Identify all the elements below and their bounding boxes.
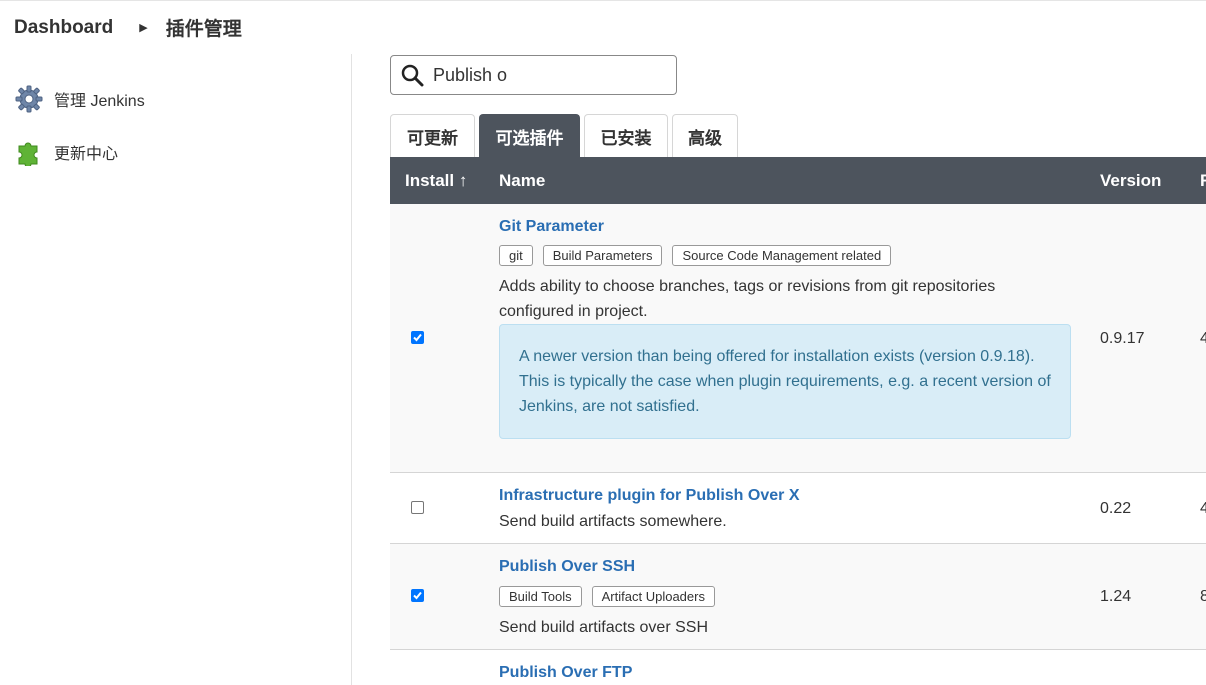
sidebar-item-label: 管理 Jenkins: [54, 93, 145, 110]
table-row: Publish Over SSH Build Tools Artifact Up…: [390, 544, 1206, 650]
table-row: Publish Over FTP: [390, 650, 1206, 685]
breadcrumb-current[interactable]: 插件管理: [166, 14, 242, 41]
install-checkbox[interactable]: [411, 331, 424, 344]
column-header-name[interactable]: Name: [499, 171, 545, 191]
install-checkbox[interactable]: [411, 589, 424, 602]
tag-label[interactable]: Source Code Management related: [672, 245, 892, 266]
column-header-install[interactable]: Install ↑: [405, 171, 467, 191]
column-header-released[interactable]: R: [1200, 171, 1206, 191]
plugin-search[interactable]: [390, 55, 677, 95]
install-checkbox[interactable]: [411, 501, 424, 514]
plugin-name-link[interactable]: Infrastructure plugin for Publish Over X: [499, 487, 799, 505]
tag-label[interactable]: Build Parameters: [542, 245, 663, 266]
tag-label[interactable]: Build Tools: [499, 586, 582, 607]
breadcrumb-dashboard[interactable]: Dashboard: [14, 17, 113, 39]
plugin-name-link[interactable]: Publish Over SSH: [499, 558, 635, 576]
tab-advanced[interactable]: 高级: [672, 114, 738, 157]
tab-available[interactable]: 可选插件: [479, 114, 580, 157]
breadcrumb-separator-icon[interactable]: ▶: [139, 21, 147, 34]
plugin-version: 0.9.17: [1100, 330, 1145, 347]
table-header: Install ↑ Name Version R: [390, 157, 1206, 204]
tag-label[interactable]: git: [499, 245, 533, 266]
tab-updates[interactable]: 可更新: [390, 114, 475, 157]
plugin-description: Adds ability to choose branches, tags or…: [499, 278, 996, 320]
sidebar-item-manage-jenkins[interactable]: 管理 Jenkins: [14, 84, 145, 114]
breadcrumb: Dashboard ▶ 插件管理: [0, 0, 1206, 54]
search-icon: [399, 62, 425, 88]
plugin-description: Send build artifacts over SSH: [499, 619, 708, 636]
plugin-version: 0.22: [1100, 500, 1132, 517]
table-row: Git Parameter git Build Parameters Sourc…: [390, 204, 1206, 473]
plugin-released: 4: [1200, 500, 1206, 517]
puzzle-icon: [14, 137, 44, 167]
tag-label[interactable]: Artifact Uploaders: [591, 586, 715, 607]
sidebar: 管理 Jenkins 更新中心: [0, 0, 352, 685]
plugin-released: 4: [1200, 330, 1206, 347]
version-notice: A newer version than being offered for i…: [499, 324, 1071, 439]
column-header-version[interactable]: Version: [1100, 171, 1161, 191]
plugin-name-link[interactable]: Git Parameter: [499, 218, 604, 236]
plugin-description: Send build artifacts somewhere.: [499, 513, 727, 530]
table-row: Infrastructure plugin for Publish Over X…: [390, 473, 1206, 544]
plugin-tags: git Build Parameters Source Code Managem…: [499, 245, 892, 266]
sidebar-item-update-center[interactable]: 更新中心: [14, 137, 118, 167]
plugin-tags: Build Tools Artifact Uploaders: [499, 586, 715, 607]
tab-installed[interactable]: 已安装: [584, 114, 668, 157]
plugin-name-link[interactable]: Publish Over FTP: [499, 664, 632, 682]
gear-icon: [14, 84, 44, 114]
search-input[interactable]: [431, 63, 655, 87]
plugin-released: 8: [1200, 588, 1206, 605]
sidebar-item-label: 更新中心: [54, 146, 119, 163]
plugin-version: 1.24: [1100, 588, 1132, 605]
